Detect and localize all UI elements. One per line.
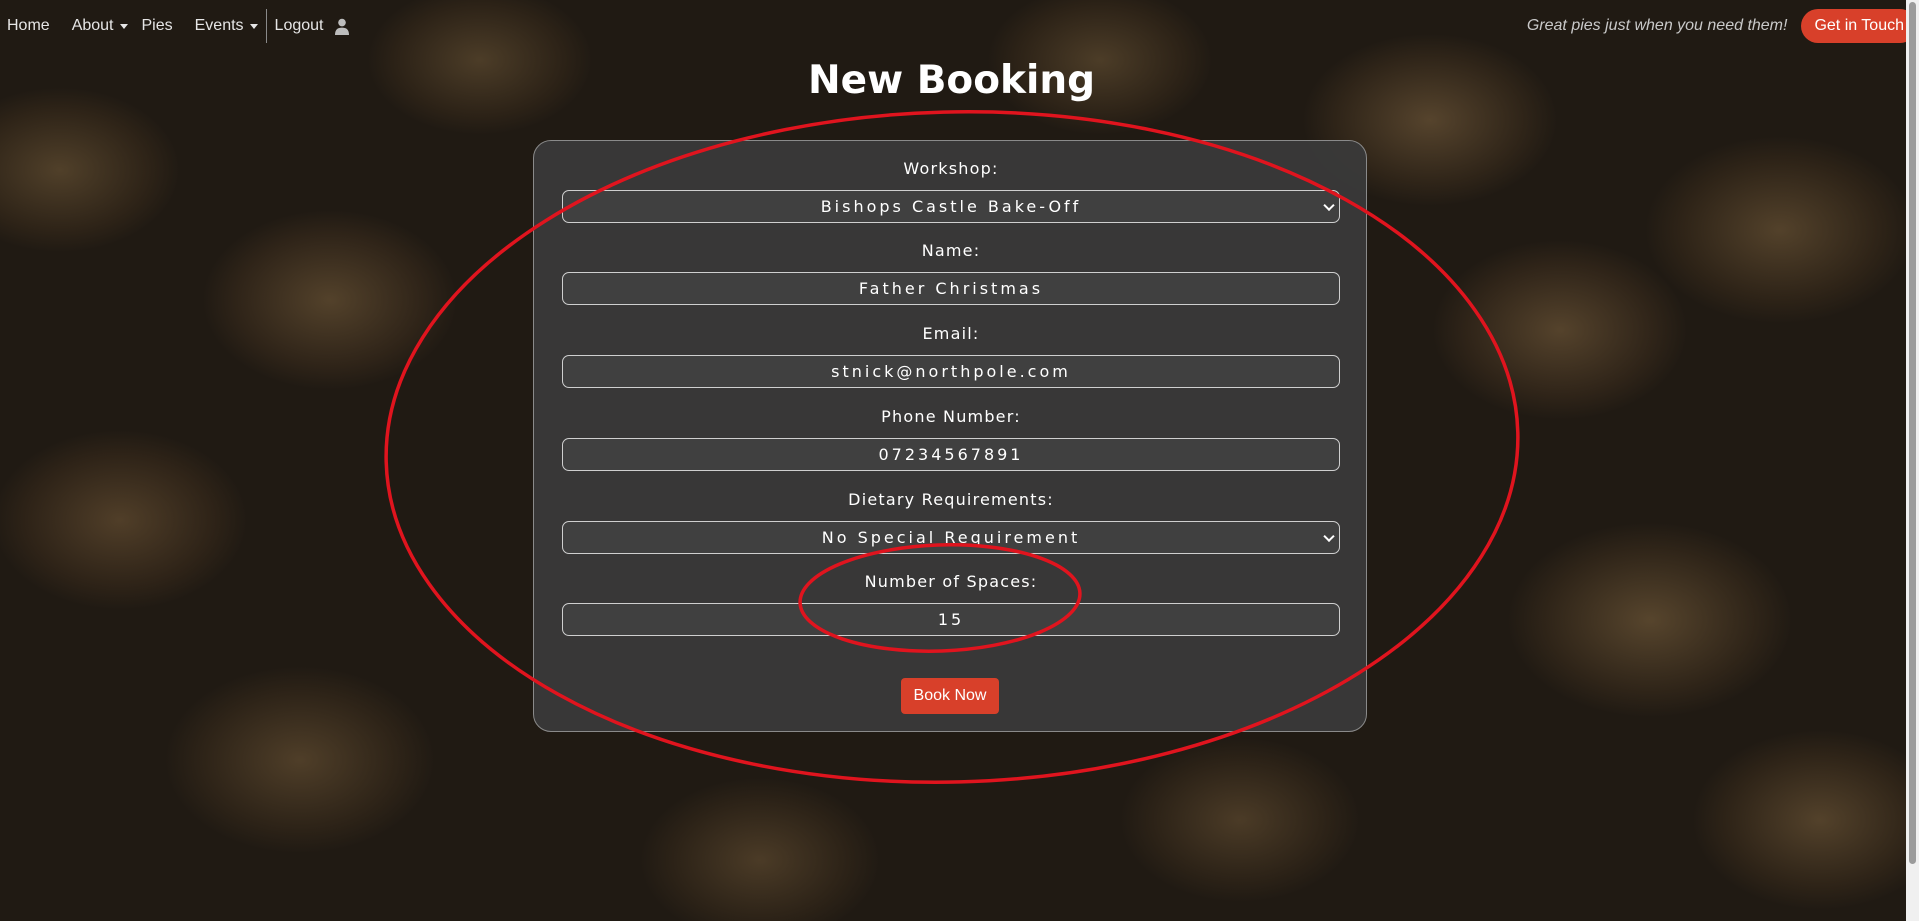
chevron-down-icon bbox=[1323, 199, 1335, 211]
email-field: Email: stnick@northpole.com bbox=[562, 323, 1340, 388]
workshop-field: Workshop: Bishops Castle Bake-Off bbox=[562, 158, 1340, 223]
caret-down-icon bbox=[249, 23, 258, 29]
nav-right: Great pies just when you need them! Get … bbox=[1527, 0, 1919, 52]
name-label: Name: bbox=[921, 241, 981, 260]
site-tagline: Great pies just when you need them! bbox=[1526, 17, 1788, 34]
nav-home-label: Home bbox=[7, 17, 50, 34]
nav-logout-label: Logout bbox=[274, 17, 324, 34]
dietary-label: Dietary Requirements: bbox=[848, 490, 1054, 509]
nav-about-dropdown[interactable]: About bbox=[65, 17, 135, 35]
spaces-field: Number of Spaces: 15 bbox=[562, 571, 1340, 636]
nav-events-label: Events bbox=[194, 17, 244, 34]
email-input-value: stnick@northpole.com bbox=[831, 362, 1071, 381]
email-input[interactable]: stnick@northpole.com bbox=[562, 355, 1340, 388]
dietary-field: Dietary Requirements: No Special Require… bbox=[562, 489, 1340, 554]
page-title: New Booking bbox=[808, 58, 1095, 103]
page-scrollbar[interactable] bbox=[1906, 0, 1919, 921]
workshop-select-value: Bishops Castle Bake-Off bbox=[820, 197, 1082, 216]
caret-down-icon bbox=[119, 23, 128, 29]
book-now-button[interactable]: Book Now bbox=[901, 678, 999, 714]
dietary-select-value: No Special Requirement bbox=[821, 528, 1081, 547]
user-icon[interactable] bbox=[334, 18, 350, 35]
workshop-select[interactable]: Bishops Castle Bake-Off bbox=[562, 190, 1340, 223]
phone-field: Phone Number: 07234567891 bbox=[562, 406, 1340, 471]
chevron-down-icon bbox=[1323, 530, 1335, 542]
workshop-label: Workshop: bbox=[903, 159, 999, 178]
get-in-touch-button[interactable]: Get in Touch bbox=[1801, 9, 1917, 43]
dietary-select[interactable]: No Special Requirement bbox=[562, 521, 1340, 554]
booking-form: Workshop: Bishops Castle Bake-Off Name: … bbox=[533, 140, 1367, 732]
nav-pies-label: Pies bbox=[141, 17, 173, 34]
name-field: Name: Father Christmas bbox=[562, 240, 1340, 305]
phone-input[interactable]: 07234567891 bbox=[562, 438, 1340, 471]
email-label: Email: bbox=[922, 324, 980, 343]
phone-label: Phone Number: bbox=[881, 407, 1021, 426]
top-navbar: Home About Pies Events Logout Great pies… bbox=[0, 0, 1919, 52]
nav-home-link[interactable]: Home bbox=[0, 17, 57, 35]
spaces-label: Number of Spaces: bbox=[864, 572, 1038, 591]
nav-logout-link[interactable]: Logout bbox=[268, 17, 331, 35]
spaces-input-value: 15 bbox=[937, 610, 965, 629]
name-input[interactable]: Father Christmas bbox=[562, 272, 1340, 305]
nav-pies-link[interactable]: Pies bbox=[135, 17, 180, 35]
nav-about-label: About bbox=[71, 17, 114, 34]
spaces-input[interactable]: 15 bbox=[562, 603, 1340, 636]
scrollbar-thumb[interactable] bbox=[1909, 2, 1916, 864]
name-input-value: Father Christmas bbox=[858, 279, 1044, 298]
phone-input-value: 07234567891 bbox=[878, 445, 1024, 464]
nav-events-dropdown[interactable]: Events bbox=[188, 17, 265, 35]
nav-divider bbox=[265, 9, 267, 43]
nav-links: Home About Pies Events Logout bbox=[0, 0, 350, 52]
